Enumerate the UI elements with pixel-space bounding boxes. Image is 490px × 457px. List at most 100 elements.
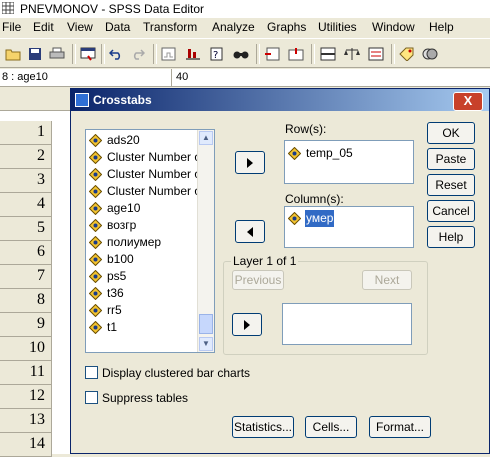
save-icon[interactable] — [25, 44, 45, 64]
toolbar-separator — [101, 44, 105, 64]
undo-icon[interactable] — [106, 44, 126, 64]
menu-transform[interactable]: Transform — [143, 20, 197, 34]
help-button[interactable]: Help — [427, 226, 475, 248]
select-cases-icon[interactable] — [366, 44, 386, 64]
format-button[interactable]: Format... — [369, 416, 431, 438]
menu-help[interactable]: Help — [429, 20, 454, 34]
cells-button[interactable]: Cells... — [305, 416, 357, 438]
insert-variable-icon[interactable] — [286, 44, 306, 64]
menu-file[interactable]: File — [2, 20, 21, 34]
scale-variable-icon — [88, 150, 103, 166]
list-item[interactable]: t36 — [86, 285, 214, 302]
move-from-columns-button[interactable] — [235, 220, 265, 243]
arrow-left-icon — [247, 226, 253, 237]
print-icon[interactable] — [47, 44, 67, 64]
redo-icon[interactable] — [128, 44, 148, 64]
row-number[interactable]: 1 — [0, 121, 52, 145]
goto-case-icon[interactable] — [183, 44, 203, 64]
insert-cases-icon[interactable] — [262, 44, 282, 64]
list-item[interactable]: умер — [285, 210, 413, 227]
menu-data[interactable]: Data — [105, 20, 130, 34]
ok-button[interactable]: OK — [427, 122, 475, 144]
variable-list[interactable]: ads20 Cluster Number of C Cluster Number… — [85, 129, 215, 353]
menu-view[interactable]: View — [67, 20, 93, 34]
list-item[interactable]: rr5 — [86, 302, 214, 319]
row-number[interactable]: 10 — [0, 337, 52, 361]
variable-list-scrollbar[interactable]: ▲ ▼ — [197, 130, 214, 352]
rows-label: Row(s): — [285, 122, 327, 136]
scale-variable-icon — [287, 211, 302, 227]
open-icon[interactable] — [3, 44, 23, 64]
menu-analyze[interactable]: Analyze — [212, 20, 255, 34]
list-item[interactable]: Cluster Number of C — [86, 183, 214, 200]
window-title-bar: PNEVMONOV - SPSS Data Editor — [0, 0, 490, 18]
list-item[interactable]: Cluster Number of C — [86, 166, 214, 183]
scale-variable-icon — [88, 218, 103, 234]
crosstabs-dialog: Crosstabs X ads20 Cluster Number of C Cl… — [70, 88, 490, 454]
row-number[interactable]: 13 — [0, 409, 52, 433]
weight-cases-icon[interactable] — [342, 44, 362, 64]
next-layer-button[interactable]: Next — [362, 270, 412, 290]
list-item[interactable]: b100 — [86, 251, 214, 268]
scroll-down-icon[interactable]: ▼ — [199, 337, 213, 351]
arrow-right-icon — [247, 157, 253, 168]
list-item[interactable]: ps5 — [86, 268, 214, 285]
row-number[interactable]: 12 — [0, 385, 52, 409]
menu-utilities[interactable]: Utilities — [318, 20, 357, 34]
dialog-title-bar: Crosstabs X — [71, 89, 489, 111]
list-item[interactable]: возгр — [86, 217, 214, 234]
variable-list-items: ads20 Cluster Number of C Cluster Number… — [86, 130, 214, 336]
menu-graphs[interactable]: Graphs — [267, 20, 306, 34]
dialog-recall-icon[interactable] — [78, 44, 98, 64]
split-file-icon[interactable] — [318, 44, 338, 64]
scale-variable-icon — [88, 133, 103, 149]
suppress-tables-checkbox[interactable] — [85, 391, 98, 404]
paste-button[interactable]: Paste — [427, 148, 475, 170]
cell-value-input[interactable]: 40 — [176, 71, 188, 83]
row-number[interactable]: 5 — [0, 217, 52, 241]
toolbar-separator — [153, 44, 157, 64]
display-clustered-checkbox[interactable] — [85, 366, 98, 379]
dialog-title: Crosstabs — [93, 93, 152, 107]
rows-list[interactable]: temp_05 — [284, 140, 414, 184]
reset-button[interactable]: Reset — [427, 174, 475, 196]
row-number[interactable]: 3 — [0, 169, 52, 193]
list-item[interactable]: ads20 — [86, 132, 214, 149]
list-item[interactable]: t1 — [86, 319, 214, 336]
move-to-layer-button[interactable] — [232, 313, 262, 336]
dialog-icon — [75, 93, 89, 107]
previous-layer-button[interactable]: Previous — [232, 270, 284, 290]
use-sets-icon[interactable] — [420, 44, 440, 64]
layer-list[interactable] — [282, 303, 412, 345]
row-number[interactable]: 14 — [0, 433, 52, 457]
menu-window[interactable]: Window — [372, 20, 415, 34]
scale-variable-icon — [88, 303, 103, 319]
row-number[interactable]: 7 — [0, 265, 52, 289]
scroll-up-icon[interactable]: ▲ — [199, 131, 213, 145]
find-icon[interactable] — [231, 44, 251, 64]
row-number[interactable]: 8 — [0, 289, 52, 313]
row-number[interactable]: 9 — [0, 313, 52, 337]
statistics-button[interactable]: Statistics... — [232, 416, 294, 438]
goto-chart-icon[interactable] — [159, 44, 179, 64]
scale-variable-icon — [88, 167, 103, 183]
row-number[interactable]: 6 — [0, 241, 52, 265]
list-item[interactable]: temp_05 — [285, 145, 413, 162]
scroll-thumb[interactable] — [199, 314, 213, 334]
move-to-rows-button[interactable] — [235, 151, 265, 174]
menu-edit[interactable]: Edit — [33, 20, 54, 34]
list-item[interactable]: age10 — [86, 200, 214, 217]
row-number[interactable]: 2 — [0, 145, 52, 169]
close-button[interactable]: X — [453, 92, 483, 111]
value-labels-icon[interactable] — [397, 44, 417, 64]
columns-list[interactable]: умер — [284, 206, 414, 248]
cancel-button[interactable]: Cancel — [427, 200, 475, 222]
variables-icon[interactable]: ? — [207, 44, 227, 64]
list-item[interactable]: полиумер — [86, 234, 214, 251]
menu-bar: File Edit View Data Transform Analyze Gr… — [0, 18, 490, 38]
list-item[interactable]: Cluster Number of C — [86, 149, 214, 166]
row-number[interactable]: 4 — [0, 193, 52, 217]
cell-editor-bar: 8 : age10 40 — [0, 69, 490, 87]
toolbar: ? — [0, 38, 490, 68]
row-number[interactable]: 11 — [0, 361, 52, 385]
